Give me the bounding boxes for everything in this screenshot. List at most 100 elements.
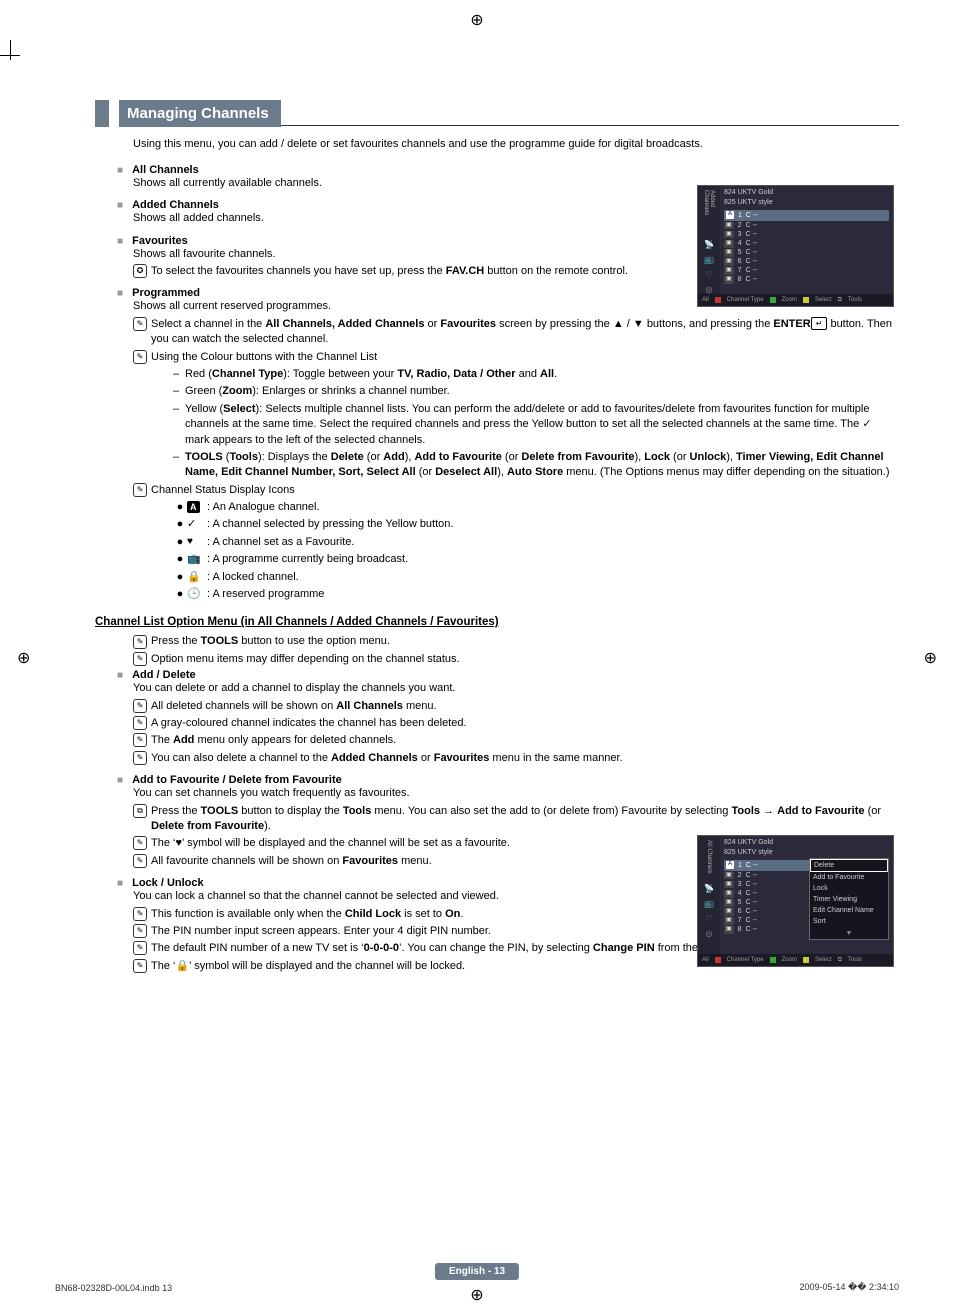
tv-icon: 📺 — [704, 899, 714, 908]
bullet-icon: ■ — [117, 670, 123, 681]
note-icon: ✎ — [133, 699, 151, 714]
osd-menu-item: Lock — [810, 883, 888, 894]
registration-mark-right: ⊕ — [924, 648, 937, 668]
section-title: Programmed — [132, 287, 200, 299]
heading-rule — [281, 100, 899, 126]
subsection-heading: Channel List Option Menu (in All Channel… — [95, 616, 899, 628]
bullet-text: Green (Zoom): Enlarges or shrinks a chan… — [185, 384, 450, 399]
osd-screenshot-added-channels: Added Channels 📡 📺 ♡ ◎ 824 UKTV Gold 825… — [697, 185, 894, 307]
osd-channel-row: ▣7C -- — [724, 266, 889, 275]
osd-menu-item: Delete — [810, 859, 888, 872]
bullet-icon: ■ — [117, 775, 123, 786]
osd-menu-more-icon: ▼ — [810, 928, 888, 939]
section-title: Add to Favourite / Delete from Favourite — [132, 774, 342, 786]
note-icon: ✎ — [133, 751, 151, 766]
note-icon: ✎ — [133, 924, 151, 939]
footer-right: 2009-05-14 �� 2:34:10 — [799, 1282, 899, 1293]
note-icon: ✎ — [133, 652, 151, 667]
note-text: Press the TOOLS button to use the option… — [151, 634, 899, 649]
section-title: All Channels — [132, 164, 199, 176]
osd-channel-row: ▣6C -- — [724, 257, 889, 266]
osd-channel-row: ▣2C -- — [724, 221, 889, 230]
osd-header-row: 825 UKTV style — [724, 199, 889, 207]
note-icon: ✎ — [133, 907, 151, 922]
disc-icon: ◎ — [706, 285, 713, 294]
osd-header-row: 824 UKTV Gold — [724, 189, 889, 197]
footer-left: BN68-02328D-00L04.indb 13 — [55, 1283, 172, 1293]
dash-icon: – — [173, 402, 185, 448]
dot-icon: ● — [173, 587, 187, 602]
section-title: Favourites — [132, 235, 188, 247]
note-text: Channel Status Display Icons — [151, 483, 899, 498]
note-text: You can also delete a channel to the Add… — [151, 751, 651, 766]
osd-side-label: All Channels — [706, 840, 712, 874]
icon-desc: : A programme currently being broadcast. — [207, 552, 408, 567]
note-text: Press the TOOLS button to display the To… — [151, 804, 899, 835]
bullet-icon: ■ — [117, 288, 123, 299]
antenna-icon: 📡 — [704, 884, 714, 893]
osd-footer: All Channel Type Zoom Select ⧉Tools — [698, 954, 893, 966]
note-text: All deleted channels will be shown on Al… — [151, 699, 899, 714]
bullet-text: Yellow (Select): Selects multiple channe… — [185, 402, 899, 448]
osd-footer: All Channel Type Zoom Select ⧉Tools — [698, 294, 893, 306]
osd-menu-item: Add to Favourite — [810, 872, 888, 883]
note-icon: ✎ — [133, 854, 151, 869]
bullet-text: TOOLS (Tools): Displays the Delete (or A… — [185, 450, 899, 481]
registration-mark-bottom: ⊕ — [470, 1285, 483, 1305]
tools-note-icon: ⧉ — [133, 804, 151, 835]
osd-header-row: 825 UKTV style — [724, 849, 889, 857]
dot-icon: ● — [173, 570, 187, 585]
osd-screenshot-all-channels: All Channels 📡 📺 ♡ ◎ 824 UKTV Gold 825 U… — [697, 835, 894, 967]
note-icon: ✎ — [133, 959, 151, 974]
note-text: Option menu items may differ depending o… — [151, 652, 899, 667]
section-title: Add / Delete — [132, 669, 196, 681]
dash-icon: – — [173, 450, 185, 481]
note-text: The Add menu only appears for deleted ch… — [151, 733, 899, 748]
dot-icon: ● — [173, 500, 187, 515]
remote-note-icon: ✪ — [133, 264, 151, 279]
osd-menu-item: Timer Viewing — [810, 894, 888, 905]
osd-menu-item: Edit Channel Name — [810, 905, 888, 916]
osd-side-label: Added Channels — [703, 190, 715, 230]
bullet-icon: ■ — [117, 200, 123, 211]
section-body: You can delete or add a channel to displ… — [133, 681, 899, 696]
heading-title: Managing Channels — [119, 100, 281, 127]
clock-icon: 🕒 — [187, 587, 207, 602]
section-body: You can set channels you watch frequentl… — [133, 786, 899, 801]
registration-mark-left: ⊕ — [17, 648, 30, 668]
osd-channel-row: ▣5C -- — [724, 248, 889, 257]
osd-channel-row: ▣8C -- — [724, 275, 889, 284]
icon-desc: : A reserved programme — [207, 587, 324, 602]
dash-icon: – — [173, 367, 185, 382]
osd-selected-row: A1C -- — [724, 210, 889, 221]
osd-channel-row: ▣3C -- — [724, 230, 889, 239]
dash-icon: – — [173, 384, 185, 399]
crop-mark — [0, 40, 30, 70]
dot-icon: ● — [173, 517, 187, 532]
note-icon: ✎ — [133, 483, 151, 498]
section-title: Added Channels — [132, 199, 219, 211]
tv-icon: 📺 — [704, 255, 714, 264]
disc-icon: ◎ — [706, 929, 713, 938]
osd-header-row: 824 UKTV Gold — [724, 839, 889, 847]
bullet-text: Red (Channel Type): Toggle between your … — [185, 367, 557, 382]
section-heading: Managing Channels — [95, 100, 899, 127]
note-icon: ✎ — [133, 733, 151, 748]
bullet-icon: ■ — [117, 165, 123, 176]
heart-side-icon: ♡ — [705, 914, 712, 923]
page-number: English - 13 — [435, 1263, 519, 1280]
note-icon: ✎ — [133, 317, 151, 348]
icon-desc: : A channel set as a Favourite. — [207, 535, 354, 550]
note-icon: ✎ — [133, 716, 151, 731]
section-title: Lock / Unlock — [132, 877, 204, 889]
osd-tools-menu: Delete Add to Favourite Lock Timer Viewi… — [809, 858, 889, 940]
osd-menu-item: Sort — [810, 916, 888, 927]
bullet-icon: ■ — [117, 878, 123, 889]
note-text: Select a channel in the All Channels, Ad… — [151, 317, 899, 348]
note-text: Using the Colour buttons with the Channe… — [151, 350, 899, 365]
dot-icon: ● — [173, 552, 187, 567]
registration-mark-top: ⊕ — [470, 10, 483, 30]
dot-icon: ● — [173, 535, 187, 550]
section-programmed: ■ Programmed Shows all current reserved … — [117, 287, 899, 602]
note-icon: ✎ — [133, 941, 151, 956]
